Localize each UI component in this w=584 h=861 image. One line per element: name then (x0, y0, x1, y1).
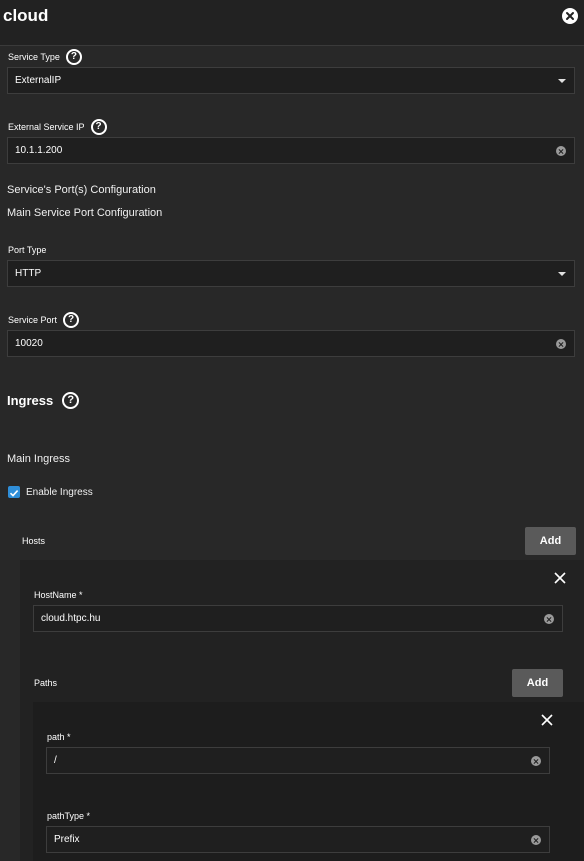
service-port-label-text: Service Port (8, 315, 58, 325)
port-type-select[interactable]: HTTP (7, 260, 575, 287)
service-port-input[interactable]: 10020 (7, 330, 575, 357)
enable-ingress-checkbox[interactable] (8, 486, 20, 498)
path-type-label: pathType * (47, 811, 91, 821)
hostname-input[interactable]: cloud.htpc.hu (33, 605, 563, 632)
remove-path-icon[interactable] (541, 713, 553, 726)
main-ingress-label: Main Ingress (7, 453, 70, 465)
clear-icon[interactable] (556, 339, 566, 349)
dialog-title: cloud (3, 6, 49, 25)
path-type-value: Prefix (54, 834, 80, 845)
path-input[interactable]: / (46, 747, 550, 774)
path-type-input[interactable]: Prefix (46, 826, 550, 853)
clear-icon[interactable] (531, 756, 541, 766)
hostname-label: HostName * (34, 590, 83, 600)
external-ip-label-text: External Service IP (8, 122, 85, 132)
external-ip-input[interactable]: 10.1.1.200 (7, 137, 575, 164)
ports-config-heading: Service's Port(s) Configuration (7, 184, 156, 196)
service-port-label: Service Port ? (8, 311, 80, 329)
path-value: / (54, 755, 57, 766)
ingress-heading-text: Ingress (7, 393, 54, 408)
add-path-button[interactable]: Add (512, 669, 563, 697)
add-host-button[interactable]: Add (525, 527, 576, 555)
help-icon[interactable]: ? (90, 119, 107, 135)
external-ip-value: 10.1.1.200 (15, 145, 63, 156)
paths-label: Paths (34, 678, 58, 688)
service-type-value: ExternalIP (15, 75, 62, 86)
main-port-config-heading: Main Service Port Configuration (7, 207, 163, 219)
close-icon[interactable] (562, 8, 578, 24)
service-port-value: 10020 (15, 338, 43, 349)
port-type-label: Port Type (8, 245, 47, 255)
external-ip-label: External Service IP ? (8, 118, 107, 136)
help-icon[interactable]: ? (65, 49, 82, 65)
hostname-value: cloud.htpc.hu (41, 613, 101, 624)
service-type-label: Service Type ? (8, 48, 82, 66)
check-icon (9, 490, 19, 497)
service-type-label-text: Service Type (8, 52, 60, 62)
remove-host-icon[interactable] (554, 571, 566, 584)
enable-ingress-label: Enable Ingress (26, 487, 93, 498)
clear-icon[interactable] (531, 835, 541, 845)
dialog-header: cloud (0, 0, 584, 46)
help-icon[interactable]: ? (63, 312, 80, 328)
chevron-down-icon (558, 272, 566, 276)
clear-icon[interactable] (556, 146, 566, 156)
help-icon[interactable]: ? (62, 392, 80, 409)
ingress-heading: Ingress ? (7, 391, 80, 410)
port-type-value: HTTP (15, 268, 42, 279)
path-label: path * (47, 732, 71, 742)
service-type-select[interactable]: ExternalIP (7, 67, 575, 94)
hosts-label: Hosts (22, 536, 46, 546)
clear-icon[interactable] (544, 614, 554, 624)
chevron-down-icon (558, 79, 566, 83)
